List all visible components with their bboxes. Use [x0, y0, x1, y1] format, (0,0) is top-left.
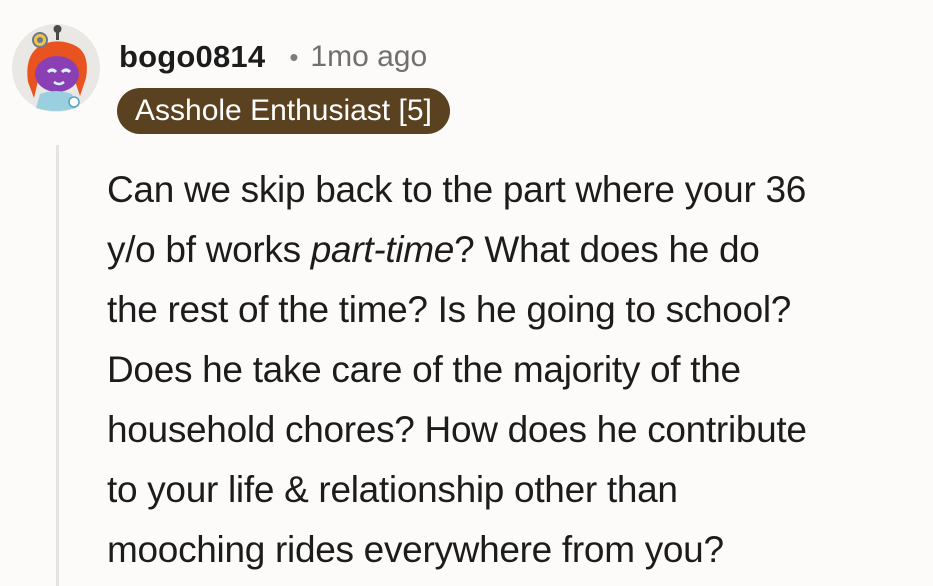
thread-collapse-line[interactable]	[56, 145, 59, 586]
comment-timestamp[interactable]: 1mo ago	[310, 40, 427, 74]
comment-body-line: mooching rides everywhere from you?	[107, 529, 724, 570]
emphasized-text: part-time	[310, 229, 455, 270]
username-link[interactable]: bogo0814	[119, 39, 265, 75]
comment-body-line: Does he take care of the majority of the	[107, 349, 741, 390]
comment-header: bogo0814 • 1mo ago	[119, 34, 427, 80]
comment-body-line: Can we skip back to the part where your …	[107, 169, 807, 210]
comment: bogo0814 • 1mo ago Asshole Enthusiast [5…	[0, 0, 933, 586]
snoo-avatar-icon	[12, 24, 100, 112]
comment-body-line: household chores? How does he contribute	[107, 409, 807, 450]
comment-body-line: to your life & relationship other than	[107, 469, 678, 510]
comment-body-line: y/o bf works part-time? What does he do	[107, 229, 760, 270]
comment-body-line: the rest of the time? Is he going to sch…	[107, 289, 792, 330]
separator-dot: •	[289, 41, 299, 72]
user-flair-badge: Asshole Enthusiast [5]	[117, 88, 450, 134]
comment-body: Can we skip back to the part where your …	[107, 160, 933, 580]
user-avatar[interactable]	[10, 22, 102, 114]
